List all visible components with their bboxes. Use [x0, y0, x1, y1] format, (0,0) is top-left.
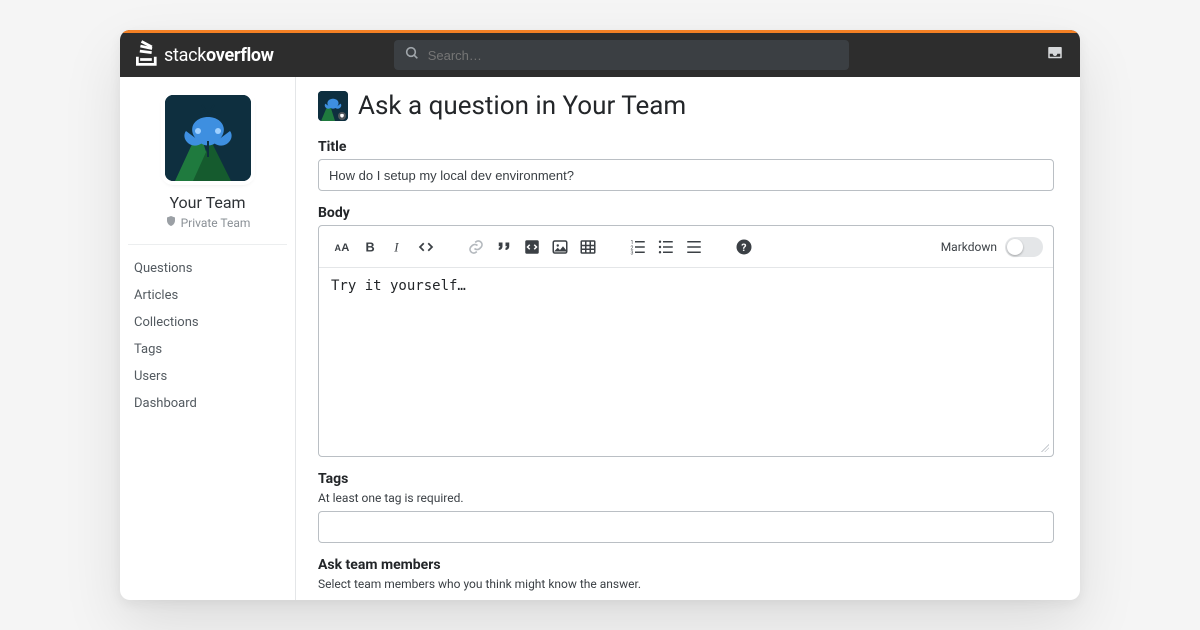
svg-text:A: A: [335, 242, 342, 252]
quote-button[interactable]: [491, 234, 517, 260]
markdown-label: Markdown: [941, 240, 997, 254]
editor-toolbar: AA B I: [319, 226, 1053, 268]
svg-text:I: I: [393, 240, 399, 254]
image-button[interactable]: [547, 234, 573, 260]
svg-text:?: ?: [741, 240, 746, 253]
body-label: Body: [318, 205, 1054, 221]
sidebar: Your Team Private Team Questions Article…: [120, 77, 296, 600]
resize-handle[interactable]: [319, 446, 1053, 456]
logo[interactable]: stackoverflow: [136, 40, 274, 70]
link-button[interactable]: [463, 234, 489, 260]
ask-members-label: Ask team members: [318, 557, 1054, 573]
code-button[interactable]: [413, 234, 439, 260]
ordered-list-button[interactable]: 123: [625, 234, 651, 260]
sidebar-item-dashboard[interactable]: Dashboard: [128, 390, 287, 417]
main: Ask a question in Your Team Title Body A…: [296, 77, 1080, 600]
italic-button[interactable]: I: [385, 234, 411, 260]
search-box[interactable]: [394, 40, 849, 70]
sidebar-item-users[interactable]: Users: [128, 363, 287, 390]
shield-icon: [165, 215, 177, 230]
title-label: Title: [318, 139, 1054, 155]
svg-text:3: 3: [631, 250, 634, 256]
ask-members-sub: Select team members who you think might …: [318, 577, 1054, 591]
inbox-icon[interactable]: [1046, 44, 1064, 66]
title-input[interactable]: [318, 159, 1054, 191]
markdown-toggle[interactable]: [1005, 237, 1043, 257]
search-input[interactable]: [428, 48, 839, 63]
team-name: Your Team: [169, 193, 245, 212]
logo-text: stackoverflow: [164, 45, 274, 66]
search-icon: [404, 45, 420, 65]
sidebar-item-tags[interactable]: Tags: [128, 336, 287, 363]
team-avatar-small: [318, 91, 348, 121]
snippet-button[interactable]: [519, 234, 545, 260]
svg-text:A: A: [341, 241, 349, 253]
topbar: stackoverflow: [120, 30, 1080, 77]
team-avatar[interactable]: [165, 95, 251, 181]
search-wrap: [394, 40, 849, 70]
tags-sub: At least one tag is required.: [318, 491, 1054, 505]
help-button[interactable]: ?: [731, 234, 757, 260]
sidebar-item-collections[interactable]: Collections: [128, 309, 287, 336]
page-title: Ask a question in Your Team: [358, 91, 686, 121]
team-card: Your Team Private Team: [128, 95, 287, 245]
nav-list: Questions Articles Collections Tags User…: [128, 255, 287, 417]
page-heading: Ask a question in Your Team: [318, 91, 1054, 121]
sidebar-item-questions[interactable]: Questions: [128, 255, 287, 282]
tags-label: Tags: [318, 471, 1054, 487]
editor: AA B I: [318, 225, 1054, 457]
bold-button[interactable]: B: [357, 234, 383, 260]
content: Your Team Private Team Questions Article…: [120, 77, 1080, 600]
team-sub-label: Private Team: [181, 216, 251, 230]
body-textarea[interactable]: [319, 268, 1053, 446]
svg-text:B: B: [366, 239, 375, 254]
heading-button[interactable]: AA: [329, 234, 355, 260]
hr-button[interactable]: [681, 234, 707, 260]
sidebar-item-articles[interactable]: Articles: [128, 282, 287, 309]
unordered-list-button[interactable]: [653, 234, 679, 260]
tags-input[interactable]: [318, 511, 1054, 543]
stackoverflow-icon: [136, 40, 158, 70]
table-button[interactable]: [575, 234, 601, 260]
team-sub: Private Team: [165, 215, 251, 230]
app-window: stackoverflow: [120, 30, 1080, 600]
